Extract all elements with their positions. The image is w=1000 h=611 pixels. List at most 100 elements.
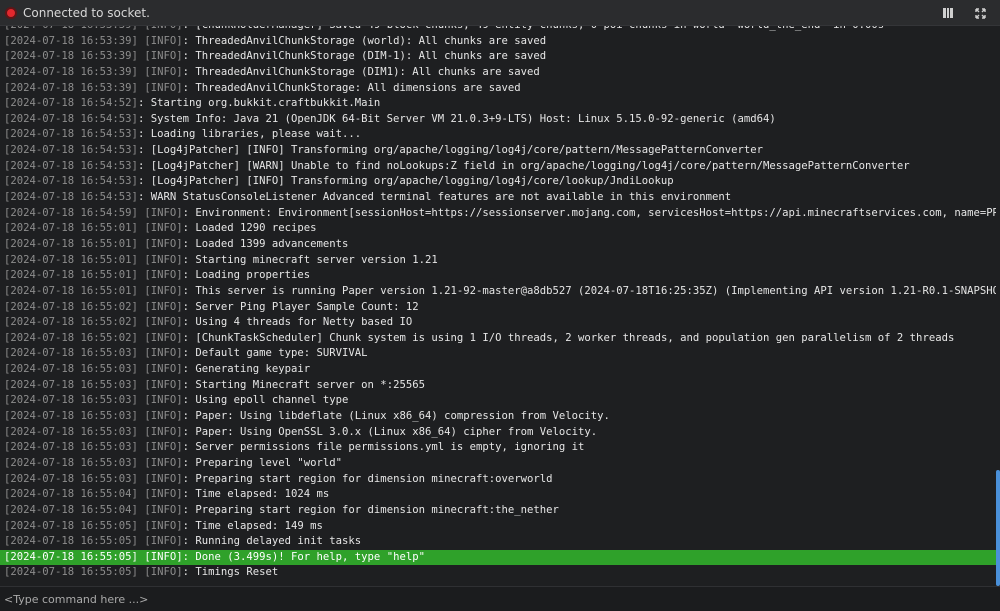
line-level: [INFO]	[137, 456, 183, 469]
console-line: [2024-07-18 16:53:39] [INFO]: [ChunkHold…	[0, 26, 996, 34]
line-timestamp: [2024-07-18 16:55:04]	[4, 503, 138, 516]
expand-icon-graphic	[974, 8, 986, 19]
line-message: : Timings Reset	[182, 566, 279, 579]
line-message: : Using epoll channel type	[182, 394, 349, 407]
console-line: [2024-07-18 16:54:59] [INFO]: Environmen…	[0, 206, 996, 222]
line-level: [INFO]	[137, 50, 183, 63]
line-timestamp: [2024-07-18 16:55:05]	[4, 566, 138, 579]
line-level: [INFO]	[137, 394, 183, 407]
line-message: : ThreadedAnvilChunkStorage: All dimensi…	[182, 81, 521, 94]
console-line: [2024-07-18 16:55:01] [INFO]: Loading pr…	[0, 268, 996, 284]
line-message: : Server Ping Player Sample Count: 12	[182, 300, 419, 313]
console-line: [2024-07-18 16:55:01] [INFO]: Loaded 129…	[0, 221, 996, 237]
line-timestamp: [2024-07-18 16:54:53]	[4, 159, 138, 172]
line-level: [INFO]	[137, 566, 183, 579]
line-level: [INFO]	[137, 237, 183, 250]
line-message: : Environment: Environment[sessionHost=h…	[182, 206, 996, 219]
console-line: [2024-07-18 16:55:04] [INFO]: Time elaps…	[0, 487, 996, 503]
line-timestamp: [2024-07-18 16:55:01]	[4, 237, 138, 250]
console-line: [2024-07-18 16:55:02] [INFO]: Using 4 th…	[0, 315, 996, 331]
command-input[interactable]	[0, 587, 1000, 611]
console-line: [2024-07-18 16:55:01] [INFO]: Loaded 139…	[0, 237, 996, 253]
line-message: : Preparing level "world"	[182, 456, 343, 469]
line-level: [INFO]	[137, 269, 183, 282]
line-message: : Preparing start region for dimension m…	[182, 503, 559, 516]
console-line: [2024-07-18 16:53:39] [INFO]: ThreadedAn…	[0, 81, 996, 97]
console-line: [2024-07-18 16:53:39] [INFO]: ThreadedAn…	[0, 49, 996, 65]
line-message: : Preparing start region for dimension m…	[182, 472, 553, 485]
line-message: : [Log4jPatcher] [WARN] Unable to find n…	[137, 159, 910, 172]
line-message: : [Log4jPatcher] [INFO] Transforming org…	[137, 144, 763, 157]
console-line: [2024-07-18 16:55:03] [INFO]: Preparing …	[0, 472, 996, 488]
console-line: [2024-07-18 16:55:03] [INFO]: Default ga…	[0, 346, 996, 362]
line-level: [INFO]	[137, 300, 183, 313]
line-level: [INFO]	[137, 488, 183, 501]
console-line: [2024-07-18 16:55:05] [INFO]: Timings Re…	[0, 565, 996, 581]
line-message: : [ChunkTaskScheduler] Chunk system is u…	[182, 331, 955, 344]
connection-status-text: Connected to socket.	[23, 6, 150, 20]
line-timestamp: [2024-07-18 16:53:39]	[4, 26, 138, 31]
line-message: : Loaded 1399 advancements	[182, 237, 349, 250]
line-timestamp: [2024-07-18 16:55:01]	[4, 253, 138, 266]
line-timestamp: [2024-07-18 16:54:53]	[4, 128, 138, 141]
console-line: [2024-07-18 16:55:02] [INFO]: [ChunkTask…	[0, 331, 996, 347]
line-message: : ThreadedAnvilChunkStorage (DIM1): All …	[182, 65, 540, 78]
columns-icon[interactable]	[938, 3, 958, 23]
top-bar: Connected to socket.	[0, 0, 1000, 26]
line-timestamp: [2024-07-18 16:55:03]	[4, 363, 138, 376]
line-timestamp: [2024-07-18 16:55:03]	[4, 472, 138, 485]
console-line: [2024-07-18 16:55:03] [INFO]: Paper: Usi…	[0, 425, 996, 441]
line-level: [INFO]	[137, 65, 183, 78]
line-message: : ThreadedAnvilChunkStorage (world): All…	[182, 34, 547, 47]
line-message: : Loaded 1290 recipes	[182, 222, 317, 235]
console-line: [2024-07-18 16:54:53]: [Log4jPatcher] [I…	[0, 143, 996, 159]
line-timestamp: [2024-07-18 16:55:03]	[4, 378, 138, 391]
line-timestamp: [2024-07-18 16:54:53]	[4, 144, 138, 157]
line-level: [INFO]	[137, 347, 183, 360]
console-line: [2024-07-18 16:55:03] [INFO]: Generating…	[0, 362, 996, 378]
scrollbar-thumb[interactable]	[996, 470, 1000, 586]
line-level: [INFO]	[137, 222, 183, 235]
line-level: [INFO]	[138, 26, 182, 31]
line-timestamp: [2024-07-18 16:55:05]	[4, 535, 138, 548]
line-level: [INFO]	[137, 410, 183, 423]
line-message: : Using 4 threads for Netty based IO	[182, 316, 413, 329]
line-timestamp: [2024-07-18 16:54:59]	[4, 206, 138, 219]
line-message: : This server is running Paper version 1…	[182, 284, 996, 297]
console-output[interactable]: [2024-07-18 16:53:39] [INFO]: [ChunkHold…	[0, 26, 1000, 586]
line-timestamp: [2024-07-18 16:55:05]	[4, 519, 138, 532]
line-timestamp: [2024-07-18 16:54:52]	[4, 97, 138, 110]
line-message: : Default game type: SURVIVAL	[182, 347, 368, 360]
line-timestamp: [2024-07-18 16:55:02]	[4, 300, 138, 313]
line-timestamp: [2024-07-18 16:55:01]	[4, 222, 138, 235]
line-timestamp: [2024-07-18 16:55:03]	[4, 441, 138, 454]
console-line: [2024-07-18 16:54:53]: WARN StatusConsol…	[0, 190, 996, 206]
line-timestamp: [2024-07-18 16:54:53]	[4, 175, 138, 188]
line-message: : Paper: Using OpenSSL 3.0.x (Linux x86_…	[182, 425, 598, 438]
console-line-highlighted: [2024-07-18 16:55:05] [INFO]: Done (3.49…	[0, 549, 996, 566]
console-line: [2024-07-18 16:54:53]: [Log4jPatcher] [I…	[0, 174, 996, 190]
console-line: [2024-07-18 16:55:03] [INFO]: Starting M…	[0, 378, 996, 394]
line-timestamp: [2024-07-18 16:55:03]	[4, 456, 138, 469]
line-level: [INFO]	[137, 378, 183, 391]
command-bar	[0, 586, 1000, 611]
console-scrollbar[interactable]	[996, 26, 1000, 586]
console-line: [2024-07-18 16:55:03] [INFO]: Using epol…	[0, 393, 996, 409]
line-message: : Paper: Using libdeflate (Linux x86_64)…	[182, 410, 610, 423]
console-line: [2024-07-18 16:55:03] [INFO]: Paper: Usi…	[0, 409, 996, 425]
line-message: : Loading libraries, please wait...	[137, 128, 362, 141]
console-line: [2024-07-18 16:55:01] [INFO]: This serve…	[0, 284, 996, 300]
line-level: [INFO]	[137, 550, 183, 563]
line-timestamp: [2024-07-18 16:53:39]	[4, 34, 138, 47]
line-level: [INFO]	[137, 253, 183, 266]
console-lines: [2024-07-18 16:53:39] [INFO]: [ChunkHold…	[0, 26, 996, 581]
connection-status-icon	[5, 7, 17, 19]
line-level: [INFO]	[137, 34, 183, 47]
line-message: : Server permissions file permissions.ym…	[182, 441, 585, 454]
console-line: [2024-07-18 16:54:53]: System Info: Java…	[0, 112, 996, 128]
expand-icon[interactable]	[970, 3, 990, 23]
console-line: [2024-07-18 16:55:03] [INFO]: Server per…	[0, 440, 996, 456]
line-message: : WARN StatusConsoleListener Advanced te…	[137, 191, 732, 204]
line-timestamp: [2024-07-18 16:53:39]	[4, 50, 138, 63]
line-level: [INFO]	[137, 331, 183, 344]
